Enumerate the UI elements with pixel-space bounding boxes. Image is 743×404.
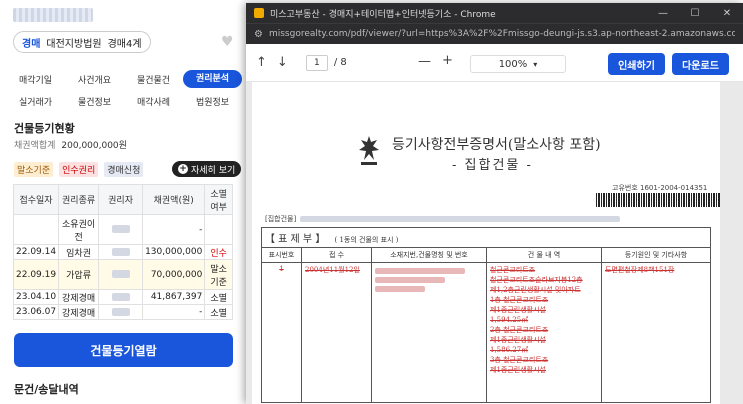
case-number-redacted [13,8,93,22]
tab-property-info[interactable]: 물건정보 [65,95,124,108]
redacted-address [300,216,621,222]
plus-icon: + [178,164,188,174]
redacted-holder [111,292,130,301]
tab-real-price[interactable]: 실거래가 [6,95,65,108]
debt-label: 채권액합계 [14,141,56,151]
title-bar: 미스고부동산 - 경매지+테이터맵+인터넷등기소 - Chrome — ☐ ✕ [246,3,743,23]
building-details: 철근콘크리트조 철근콘크리트조슬라브지붕12층 제1,2층근린생활시설 및아파트… [486,262,602,403]
tab-bar: 매각기일 사건개요 물건물건 권리분석 실거래가 물건정보 매각사례 법원정보 [6,68,242,112]
section-note: ( 1동의 건물의 표시 ) [334,236,399,244]
page-up-icon[interactable]: ↑ [256,55,267,70]
zoom-out-icon[interactable]: — [418,54,431,69]
page-number-input[interactable]: 1 [305,54,328,71]
col-date: 접수일자 [12,184,60,215]
favicon-icon [254,8,264,18]
section-header: 【 표 제 부 】 [265,234,326,245]
pdf-table-header: 표시번호 접 수 소재지번,건물명칭 및 번호 건 물 내 역 등기원인 및 기… [261,247,711,263]
pdf-viewport[interactable]: 등기사항전부증명서(말소사항 포함) - 집합건물 - 고유번호 1601-20… [246,82,743,404]
auction-panel: 경매 대전지방법원 경매4계 ♥ 매각기일 사건개요 물건물건 권리분석 실거래… [0,0,246,404]
tab-court-info[interactable]: 법원정보 [183,95,242,108]
page-down-icon[interactable]: ↓ [277,55,288,70]
redacted-holder [111,270,130,278]
col-type: 권리종류 [58,184,100,215]
debt-total: 채권액합계 200,000,000원 [14,138,127,151]
legend-badges: 말소기준 인수권리 경매신청 [14,162,144,177]
tab-rights-analysis[interactable]: 권리분석 [183,70,242,88]
chevron-down-icon: ▾ [533,59,538,69]
debt-value: 200,000,000원 [61,141,127,151]
issue-number: 고유번호 1601-2004-014351 [612,184,708,192]
col-status: 소멸 여부 [204,184,233,215]
address-bar[interactable]: ⚙ missgorealty.com/pdf/viewer/?url=https… [246,23,743,44]
court-chip: 경매 대전지방법원 경매4계 [13,31,151,53]
table-row: 23.06.07 강제경매 - 소멸 [12,304,233,320]
table-row: 소유권이전 - [12,214,233,245]
pdf-page: 등기사항전부증명서(말소사항 포함) - 집합건물 - 고유번호 1601-20… [252,82,720,404]
view-registry-button[interactable]: 건물등기열람 [14,333,233,367]
tab-case-summary[interactable]: 사건개요 [65,73,124,86]
court-emblem-icon [359,136,379,165]
badge-assumed: 인수권리 [59,162,99,177]
court-name: 대전지방법원 [46,38,102,50]
documents-title: 문건/송달내역 [14,383,79,396]
table-row: 23.04.10 강제경매 41,867,397 소멸 [12,289,233,305]
table-row: 22.09.14 임차권 130,000,000 인수 [12,244,233,260]
court-division: 경매4계 [107,38,142,50]
section-title: 건물등기현황 [14,122,75,135]
redacted-holder [111,247,130,256]
badge-applicant: 경매신청 [104,162,144,177]
print-button[interactable]: 인쇄하기 [608,53,665,75]
download-button[interactable]: 다운로드 [672,53,729,75]
pdf-title-table: 【 표 제 부 】 ( 1동의 건물의 표시 ) 표시번호 접 수 소재지번,건… [261,227,711,403]
pdf-toolbar: ↑ ↓ 1 / 8 — + 100% ▾ 인쇄하기 다운로드 [246,44,743,82]
pdf-table-row: 1 2004년11월12일 철근콘크리트조 철근콘크리트조슬라브지붕12층 제1… [261,262,711,403]
table-row: 22.09.19 가압류 70,000,000 말소 기준 [12,259,233,290]
url-text[interactable]: missgorealty.com/pdf/viewer/?url=https%3… [269,29,735,39]
page-total: / 8 [333,57,347,68]
window-title: 미스고부동산 - 경매지+테이터맵+인터넷등기소 - Chrome [270,9,496,20]
building-label: [집합건물] [265,215,297,223]
auction-badge: 경매 [22,38,41,50]
tab-sale-cases[interactable]: 매각사례 [124,95,183,108]
table-header: 접수일자 권리종류 권리자 채권액(원) 소멸 여부 [12,184,233,215]
document-subtitle: - 집합건물 - [452,158,533,173]
col-holder: 권리자 [98,184,144,215]
tab-auction-date[interactable]: 매각기일 [6,73,65,86]
building-line: [집합건물] [265,214,621,224]
document-title: 등기사항전부증명서(말소사항 포함) [392,137,601,153]
close-icon[interactable]: ✕ [711,8,743,19]
more-details-button[interactable]: + 자세히 보기 [172,161,242,177]
barcode [596,193,720,207]
tab-property[interactable]: 물건물건 [124,73,183,86]
redacted-holder [111,307,130,316]
col-amount: 채권액(원) [142,184,206,215]
badge-base: 말소기준 [14,162,54,177]
zoom-value: 100% [498,58,528,70]
minimize-icon[interactable]: — [647,8,679,19]
more-details-label: 자세히 보기 [191,165,236,176]
chrome-window: 미스고부동산 - 경매지+테이터맵+인터넷등기소 - Chrome — ☐ ✕ … [246,3,743,404]
redacted-location [375,268,465,274]
heart-icon[interactable]: ♥ [221,34,234,50]
registry-table: 접수일자 권리종류 권리자 채권액(원) 소멸 여부 소유권이전 - 22.09… [12,184,233,320]
zoom-select[interactable]: 100% ▾ [470,55,566,73]
site-info-icon[interactable]: ⚙ [254,29,263,40]
zoom-in-icon[interactable]: + [442,53,453,68]
redacted-holder [111,225,130,233]
maximize-icon[interactable]: ☐ [679,8,711,19]
